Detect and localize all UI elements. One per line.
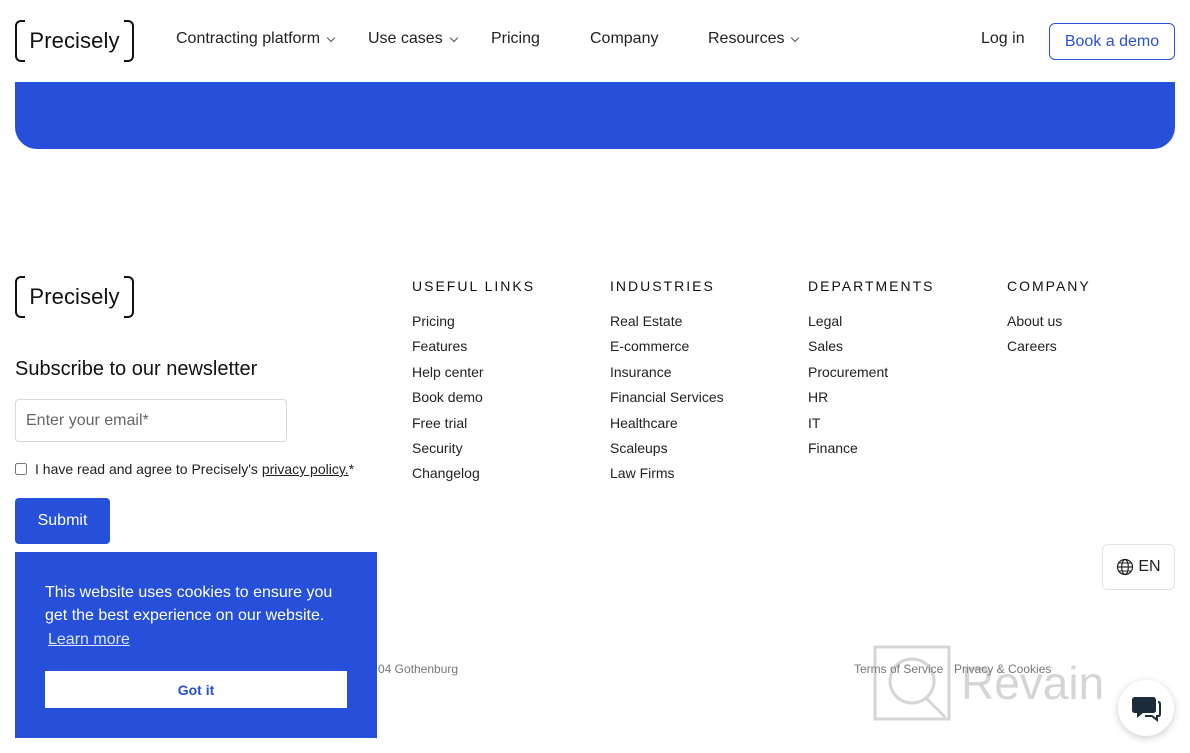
consent-prefix: I have read and agree to Precisely's <box>35 461 262 477</box>
nav-label: Contracting platform <box>176 30 321 47</box>
learn-more-link[interactable]: Learn more <box>48 631 130 649</box>
column-heading: COMPANY <box>1007 278 1091 294</box>
company-address: 04 Gothenburg <box>378 662 459 676</box>
footer-link[interactable]: Legal <box>808 312 935 337</box>
watermark-text: Revain <box>961 657 1105 709</box>
column-heading: DEPARTMENTS <box>808 278 935 294</box>
footer-link[interactable]: Finance <box>808 439 935 464</box>
site-header: Precisely Contracting platform Use cases… <box>0 0 1190 82</box>
nav-label: Company <box>590 30 659 47</box>
chevron-down-icon <box>791 33 800 42</box>
footer-link[interactable]: Free trial <box>412 414 535 439</box>
language-selector[interactable]: EN <box>1102 544 1175 590</box>
logo[interactable]: Precisely <box>15 20 134 62</box>
revain-logo-icon <box>873 645 951 721</box>
footer-column-industries: INDUSTRIES Real Estate E-commerce Insura… <box>610 278 724 490</box>
chevron-down-icon <box>326 33 336 42</box>
footer-link[interactable]: Security <box>412 439 535 464</box>
nav-company[interactable]: Company <box>590 30 658 48</box>
footer-column-company: COMPANY About us Careers <box>1007 278 1091 363</box>
cookie-banner: This website uses cookies to ensure you … <box>15 552 377 738</box>
footer-link[interactable]: Procurement <box>808 363 935 388</box>
logo-text: Precisely <box>29 284 120 309</box>
footer-link[interactable]: E-commerce <box>610 337 724 362</box>
privacy-policy-link[interactable]: privacy policy. <box>262 461 349 477</box>
footer-link[interactable]: IT <box>808 414 935 439</box>
footer-link[interactable]: Financial Services <box>610 388 724 413</box>
globe-icon <box>1117 558 1134 576</box>
privacy-consent[interactable]: I have read and agree to Precisely's pri… <box>15 461 354 477</box>
accept-cookies-button[interactable]: Got it <box>45 671 347 708</box>
chevron-down-icon <box>449 33 458 42</box>
footer-link[interactable]: About us <box>1007 312 1091 337</box>
language-label: EN <box>1138 558 1161 575</box>
privacy-checkbox[interactable] <box>15 463 27 475</box>
footer-link[interactable]: Insurance <box>610 363 724 388</box>
footer-link[interactable]: Pricing <box>412 312 535 337</box>
footer-logo[interactable]: Precisely <box>15 276 134 318</box>
nav-pricing[interactable]: Pricing <box>491 30 540 48</box>
chat-widget-button[interactable] <box>1118 680 1174 736</box>
newsletter-title: Subscribe to our newsletter <box>15 358 258 380</box>
cookie-message: This website uses cookies to ensure you … <box>45 584 333 624</box>
required-mark: * <box>348 461 355 477</box>
revain-watermark: Revain <box>873 645 1104 721</box>
login-link[interactable]: Log in <box>981 30 1025 48</box>
footer-link[interactable]: Law Firms <box>610 464 724 489</box>
nav-label: Resources <box>708 30 785 47</box>
nav-contracting-platform[interactable]: Contracting platform <box>176 30 336 48</box>
logo-bracket-left <box>15 276 25 318</box>
column-heading: USEFUL LINKS <box>412 278 536 294</box>
footer-link[interactable]: Changelog <box>412 464 535 489</box>
logo-bracket-right <box>124 20 134 62</box>
column-heading: INDUSTRIES <box>610 278 715 294</box>
footer-column-departments: DEPARTMENTS Legal Sales Procurement HR I… <box>808 278 935 464</box>
consent-text: I have read and agree to Precisely's pri… <box>35 461 354 477</box>
chat-bubble-icon <box>1132 697 1161 722</box>
email-input[interactable] <box>15 399 287 442</box>
nav-label: Use cases <box>368 30 443 47</box>
footer-link[interactable]: Features <box>412 337 535 362</box>
footer-link[interactable]: Real Estate <box>610 312 724 337</box>
footer-column-useful-links: USEFUL LINKS Pricing Features Help cente… <box>412 278 535 490</box>
footer-link[interactable]: Book demo <box>412 388 535 413</box>
footer-link[interactable]: Help center <box>412 363 535 388</box>
logo-bracket-left <box>15 20 25 62</box>
footer-link[interactable]: HR <box>808 388 935 413</box>
footer-link[interactable]: Sales <box>808 337 935 362</box>
footer-link[interactable]: Healthcare <box>610 414 724 439</box>
nav-resources[interactable]: Resources <box>708 30 800 48</box>
book-demo-button[interactable]: Book a demo <box>1049 23 1175 60</box>
nav-use-cases[interactable]: Use cases <box>368 30 458 48</box>
footer-link[interactable]: Careers <box>1007 337 1091 362</box>
footer-link[interactable]: Scaleups <box>610 439 724 464</box>
nav-label: Pricing <box>491 30 540 47</box>
submit-button[interactable]: Submit <box>15 498 110 544</box>
logo-bracket-right <box>124 276 134 318</box>
logo-text: Precisely <box>29 28 120 53</box>
